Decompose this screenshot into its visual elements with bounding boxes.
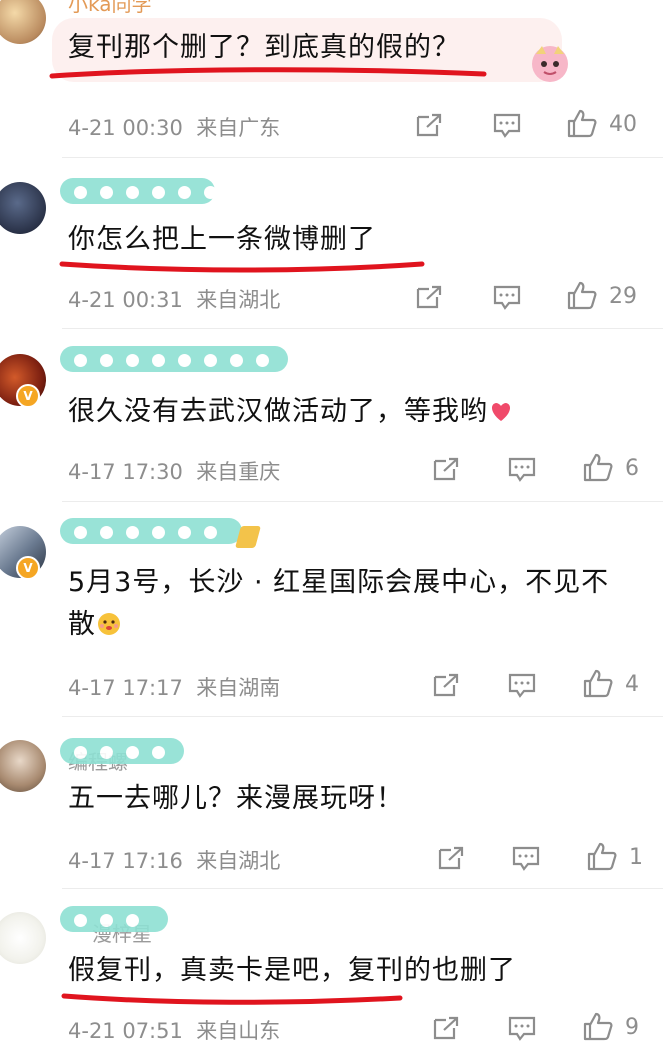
red-underline [59, 261, 425, 273]
repost-icon[interactable] [432, 1015, 460, 1041]
comment-icon[interactable] [507, 1015, 537, 1043]
blush-emoji [96, 608, 122, 635]
comment-time: 4-21 00:30 [68, 116, 183, 140]
divider [62, 501, 663, 502]
comment-time: 4-17 17:16 [68, 849, 183, 873]
thumbs-up-icon[interactable] [566, 108, 598, 138]
member-badge [235, 526, 261, 548]
sticker-emoji [528, 40, 572, 88]
thumbs-up-icon[interactable] [582, 668, 614, 698]
comment-location: 来自湖南 [196, 676, 281, 700]
divider [62, 157, 663, 158]
heart-emoji [488, 395, 514, 421]
comment-text: 五一去哪儿？来漫展玩呀！ [68, 783, 404, 814]
like-count: 29 [609, 284, 637, 309]
red-underline [49, 67, 487, 79]
comment-text-content: 5月3号，长沙 · 红星国际会展中心，不见不散 [68, 567, 610, 640]
comment-time: 4-17 17:30 [68, 460, 183, 484]
username-mask[interactable] [60, 738, 184, 764]
like-count: 9 [625, 1015, 639, 1040]
repost-icon[interactable] [437, 845, 465, 871]
avatar[interactable] [0, 740, 46, 792]
username-mask[interactable] [60, 178, 217, 204]
comment-text-content: 很久没有去武汉做活动了，等我哟 [68, 396, 488, 427]
username-mask[interactable] [60, 346, 288, 372]
divider [62, 888, 663, 889]
verified-badge-icon: V [16, 384, 40, 408]
avatar[interactable]: V [0, 526, 46, 580]
comment-icon[interactable] [511, 845, 541, 873]
comment-icon[interactable] [507, 456, 537, 484]
divider [62, 716, 663, 717]
comment-icon[interactable] [492, 284, 522, 312]
verified-badge-icon: V [16, 556, 40, 580]
thumbs-up-icon[interactable] [566, 280, 598, 310]
repost-icon[interactable] [432, 672, 460, 698]
divider [62, 328, 663, 329]
thumbs-up-icon[interactable] [582, 452, 614, 482]
comment-meta: 4-21 07:51 来自山东 [68, 1015, 280, 1045]
thumbs-up-icon[interactable] [582, 1011, 614, 1041]
comment-meta: 4-21 00:31 来自湖北 [68, 284, 280, 314]
repost-icon[interactable] [415, 284, 443, 310]
comment-icon[interactable] [492, 112, 522, 140]
comment-text: 5月3号，长沙 · 红星国际会展中心，不见不散 [68, 562, 628, 646]
like-count: 4 [625, 672, 639, 697]
comment-meta: 4-17 17:17 来自湖南 [68, 672, 280, 702]
comment-meta: 4-17 17:16 来自湖北 [68, 845, 280, 875]
comment-location: 来自湖北 [196, 288, 281, 312]
comment-meta: 4-21 00:30 来自广东 [68, 112, 280, 142]
red-underline [61, 993, 403, 1005]
comment-location: 来自重庆 [196, 460, 281, 484]
username-mask[interactable] [60, 518, 242, 544]
comment-text: 你怎么把上一条微博删了 [68, 224, 376, 255]
comment-time: 4-17 17:17 [68, 676, 183, 700]
repost-icon[interactable] [432, 456, 460, 482]
comment-text: 很久没有去武汉做活动了，等我哟 [68, 391, 648, 433]
like-count: 6 [625, 456, 639, 481]
comment-time: 4-21 07:51 [68, 1019, 183, 1043]
comment-text: 假复刊，真卖卡是吧，复刊的也删了 [68, 955, 516, 986]
comment-icon[interactable] [507, 672, 537, 700]
comment-location: 来自广东 [196, 116, 281, 140]
comment-time: 4-21 00:31 [68, 288, 183, 312]
like-count: 1 [629, 845, 643, 870]
comment-location: 来自山东 [196, 1019, 281, 1043]
comment-location: 来自湖北 [196, 849, 281, 873]
comment-meta: 4-17 17:30 来自重庆 [68, 456, 280, 486]
avatar[interactable] [0, 0, 46, 44]
repost-icon[interactable] [415, 112, 443, 138]
avatar[interactable] [0, 912, 46, 964]
username[interactable]: 小ka同学 [68, 0, 152, 17]
username-mask[interactable] [60, 906, 168, 932]
thumbs-up-icon[interactable] [586, 841, 618, 871]
avatar[interactable] [0, 182, 46, 234]
like-count: 40 [609, 112, 637, 137]
avatar[interactable]: V [0, 354, 46, 408]
